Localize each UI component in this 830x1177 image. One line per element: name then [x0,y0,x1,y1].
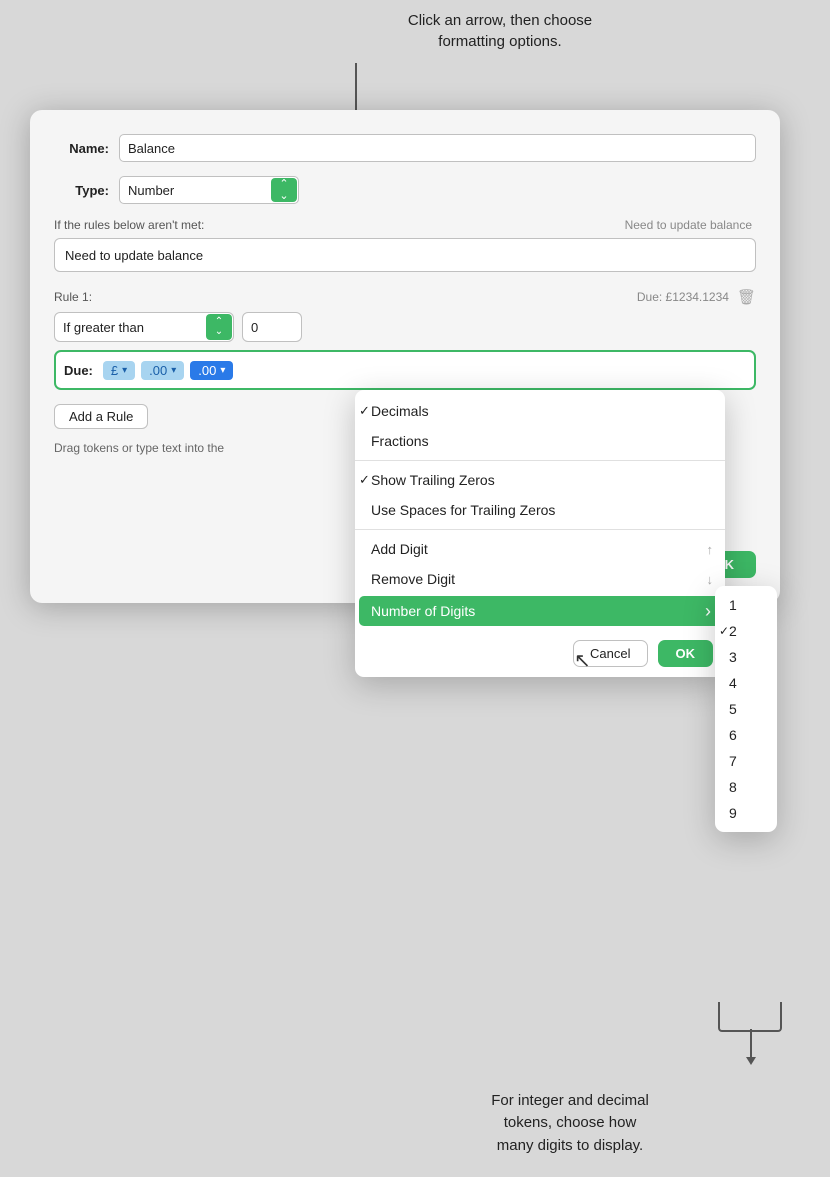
menu-item-number-of-digits[interactable]: Number of Digits [359,596,721,626]
rules-input[interactable] [54,238,756,272]
submenu-item-1[interactable]: 1 [715,592,777,618]
menu-item-decimals[interactable]: Decimals [355,396,725,426]
decimal-selected-chip-arrow: ▾ [220,365,225,376]
menu-item-number-of-digits-label: Number of Digits [371,603,475,619]
decimal-chip-arrow: ▾ [171,365,176,376]
rule1-header: Rule 1: Due: £1234.1234 🗑 [54,288,756,306]
decimal-selected-chip[interactable]: .00 ▾ [190,361,233,380]
menu-item-add-digit-label: Add Digit [371,541,428,557]
rules-input-row [54,238,756,272]
currency-chip[interactable]: £ ▾ [103,361,135,380]
menu-sep-1 [355,460,725,461]
submenu-item-2[interactable]: 2 [715,618,777,644]
menu-item-fractions-label: Fractions [371,433,429,449]
dropdown-cancel-button[interactable]: Cancel [573,640,647,667]
menu-item-use-spaces[interactable]: Use Spaces for Trailing Zeros [355,495,725,525]
decimal-chip-value: .00 [149,363,167,378]
rule1-meta: Due: £1234.1234 🗑 [637,288,756,306]
menu-item-show-trailing[interactable]: Show Trailing Zeros [355,465,725,495]
dropdown-ok-button[interactable]: OK [658,640,714,667]
format-bar-label: Due: [64,363,93,378]
rule-condition-row: If greater than If less than If equal to… [54,312,756,342]
rule-select-wrapper: If greater than If less than If equal to… [54,312,234,342]
submenu-item-8[interactable]: 8 [715,774,777,800]
type-spinner[interactable] [271,178,297,202]
add-digit-shortcut: ↑ [707,542,714,557]
annotation-top: Click an arrow, then chooseformatting op… [320,10,680,52]
menu-item-add-digit[interactable]: Add Digit ↑ [355,534,725,564]
name-label: Name: [54,141,109,156]
menu-item-fractions[interactable]: Fractions [355,426,725,456]
rule-spinner[interactable]: ⌃ ⌄ [206,314,232,340]
submenu-item-6[interactable]: 6 [715,722,777,748]
type-row: Type: Number Text Date [54,176,756,204]
rule1-label: Rule 1: [54,290,92,304]
rules-not-met-row: If the rules below aren't met: Need to u… [54,218,756,232]
rule-condition-value[interactable] [242,312,302,342]
submenu-item-9[interactable]: 9 [715,800,777,826]
rule1-meta-text: Due: £1234.1234 [637,290,729,304]
remove-digit-shortcut: ↓ [707,572,714,587]
trash-icon[interactable]: 🗑 [737,288,756,306]
submenu-item-4[interactable]: 4 [715,670,777,696]
submenu-item-5[interactable]: 5 [715,696,777,722]
tokens-label-text: Drag tokens or type text into the [54,441,224,455]
bracket-line [750,1029,752,1059]
submenu-item-7[interactable]: 7 [715,748,777,774]
submenu-item-3[interactable]: 3 [715,644,777,670]
annotation-bottom: For integer and decimaltokens, choose ho… [390,1090,750,1158]
rules-not-met-hint: Need to update balance [625,218,752,232]
bracket-bottom [718,1002,782,1032]
submenu: 1 2 3 4 5 6 7 8 9 [715,586,777,832]
add-rule-button[interactable]: Add a Rule [54,404,148,429]
annotation-bottom-text: For integer and decimaltokens, choose ho… [491,1092,649,1154]
annotation-top-text: Click an arrow, then chooseformatting op… [408,12,592,50]
menu-item-use-spaces-label: Use Spaces for Trailing Zeros [371,502,555,518]
menu-sep-2 [355,529,725,530]
decimal-chip[interactable]: .00 ▾ [141,361,184,380]
menu-item-show-trailing-label: Show Trailing Zeros [371,472,495,488]
type-select-wrapper: Number Text Date [119,176,299,204]
menu-item-decimals-label: Decimals [371,403,429,419]
rules-not-met-label: If the rules below aren't met: [54,218,204,232]
menu-item-remove-digit[interactable]: Remove Digit ↓ [355,564,725,594]
type-label: Type: [54,183,109,198]
dropdown-menu: Decimals Fractions Show Trailing Zeros U… [355,390,725,677]
decimal-selected-chip-value: .00 [198,363,216,378]
currency-chip-arrow: ▾ [122,365,127,376]
currency-chip-value: £ [111,363,118,378]
name-row: Name: [54,134,756,162]
format-bar: Due: £ ▾ .00 ▾ .00 ▾ [54,350,756,390]
name-input[interactable] [119,134,756,162]
menu-item-remove-digit-label: Remove Digit [371,571,455,587]
